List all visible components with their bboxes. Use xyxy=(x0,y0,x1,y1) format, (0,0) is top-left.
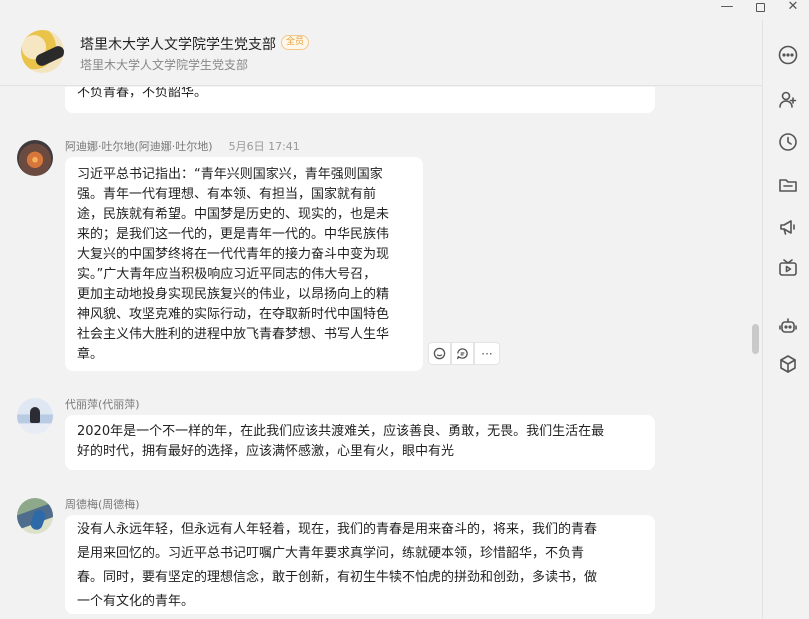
message-line: 强。青年一代有理想、有本领、有担当，国家就有前 xyxy=(77,187,377,202)
announcement-icon[interactable] xyxy=(778,217,798,237)
message-bubble[interactable]: 2020年是一个不一样的年，在此我们应该共渡难关，应该善良、勇敢，无畏。我们生活… xyxy=(65,415,655,470)
avatar[interactable] xyxy=(17,140,53,176)
more-icon[interactable] xyxy=(778,45,798,65)
chat-message-area[interactable]: 不负青春，不负韶华。 阿迪娜·吐尔地(阿迪娜·吐尔地) 5月6日 17:41 习近… xyxy=(0,87,760,619)
group-name[interactable]: 塔里木大学人文学院学生党支部 xyxy=(80,34,276,54)
message-line: 神风貌、攻坚克难的实际行动，在夺取新时代中国特色 xyxy=(77,307,390,322)
chat-header: 塔里木大学人文学院学生党支部 全员 塔里木大学人文学院学生党支部 xyxy=(0,20,762,86)
group-avatar[interactable] xyxy=(21,30,64,73)
message-line: 大复兴的中国梦终将在一代代青年的接力奋斗中变为现 xyxy=(77,247,390,262)
message-line: 春。同时，要有坚定的理想信念，敢于创新，有初生牛犊不怕虎的拼劲和创劲，多读书，做 xyxy=(77,570,598,585)
avatar[interactable] xyxy=(17,398,53,434)
app-box-icon[interactable] xyxy=(778,354,798,374)
window-controls: — ✕ xyxy=(0,0,809,20)
message-bubble[interactable]: 没有人永远年轻，但永远有人年轻着，现在，我们的青春是用来奋斗的，将来，我们的青春… xyxy=(65,515,655,614)
message-line: 来的；是我们这一代的，更是青年一代的。中华民族伟 xyxy=(77,227,390,242)
message-line: 是用来回忆的。习近平总书记叮嘱广大青年要求真学问，练就硬本领，珍惜韶华，不负青 xyxy=(77,546,585,561)
member-badge: 全员 xyxy=(281,35,310,50)
message-line: 章。 xyxy=(77,347,104,362)
history-icon[interactable] xyxy=(778,132,798,152)
sender-name[interactable]: 周德梅(周德梅) xyxy=(65,496,140,512)
scrollbar-thumb[interactable] xyxy=(752,324,759,354)
message-bubble[interactable]: 习近平总书记指出：“青年兴则国家兴，青年强则国家 强。青年一代有理想、有本领、有… xyxy=(65,157,423,371)
sender-name-text: 阿迪娜·吐尔地(阿迪娜·吐尔地) xyxy=(65,140,213,153)
message-text: 不负青春，不负韶华。 xyxy=(77,87,208,100)
tool-rail xyxy=(762,20,809,619)
maximize-icon xyxy=(755,3,765,12)
message-bubble[interactable]: 不负青春，不负韶华。 xyxy=(65,87,655,113)
emoji-reaction-button[interactable] xyxy=(428,342,451,365)
group-subtitle: 塔里木大学人文学院学生党支部 xyxy=(80,58,249,72)
reply-icon xyxy=(456,348,468,360)
more-actions-button[interactable]: ··· xyxy=(474,342,500,365)
message-line: 途，民族就有希望。中国梦是历史的、现实的，也是未 xyxy=(77,207,390,222)
sender-name[interactable]: 阿迪娜·吐尔地(阿迪娜·吐尔地) 5月6日 17:41 xyxy=(65,138,300,154)
message-line: 习近平总书记指出：“青年兴则国家兴，青年强则国家 xyxy=(77,167,383,182)
close-button[interactable]: ✕ xyxy=(783,0,803,16)
message-line: 没有人永远年轻，但永远有人年轻着，现在，我们的青春是用来奋斗的，将来，我们的青春 xyxy=(77,522,598,537)
message-line: 一个有文化的青年。 xyxy=(77,594,195,609)
message-line: 2020年是一个不一样的年，在此我们应该共渡难关，应该善良、勇敢，无畏。我们生活… xyxy=(77,424,605,439)
message-line: 好的时代，拥有最好的选择，应该满怀感激，心里有火，眼中有光 xyxy=(77,444,455,459)
avatar[interactable] xyxy=(17,498,53,534)
message-actions: ··· xyxy=(428,342,500,365)
message-time: 5月6日 17:41 xyxy=(228,140,300,153)
minimize-button[interactable]: — xyxy=(717,0,737,16)
message-line: 实。”广大青年应当积极响应习近平同志的伟大号召， xyxy=(77,267,377,282)
message-line: 更加主动地投身实现民族复兴的伟业，以昂扬向上的精 xyxy=(77,287,390,302)
maximize-button[interactable] xyxy=(750,0,770,16)
robot-icon[interactable] xyxy=(778,316,798,336)
add-member-icon[interactable] xyxy=(778,90,798,110)
sender-name[interactable]: 代丽萍(代丽萍) xyxy=(65,396,140,412)
emoji-icon xyxy=(433,347,446,360)
reply-button[interactable] xyxy=(451,342,474,365)
video-icon[interactable] xyxy=(778,258,798,278)
message-line: 社会主义伟大胜利的进程中放飞青春梦想、书写人生华 xyxy=(77,327,390,342)
folder-icon[interactable] xyxy=(778,175,798,195)
